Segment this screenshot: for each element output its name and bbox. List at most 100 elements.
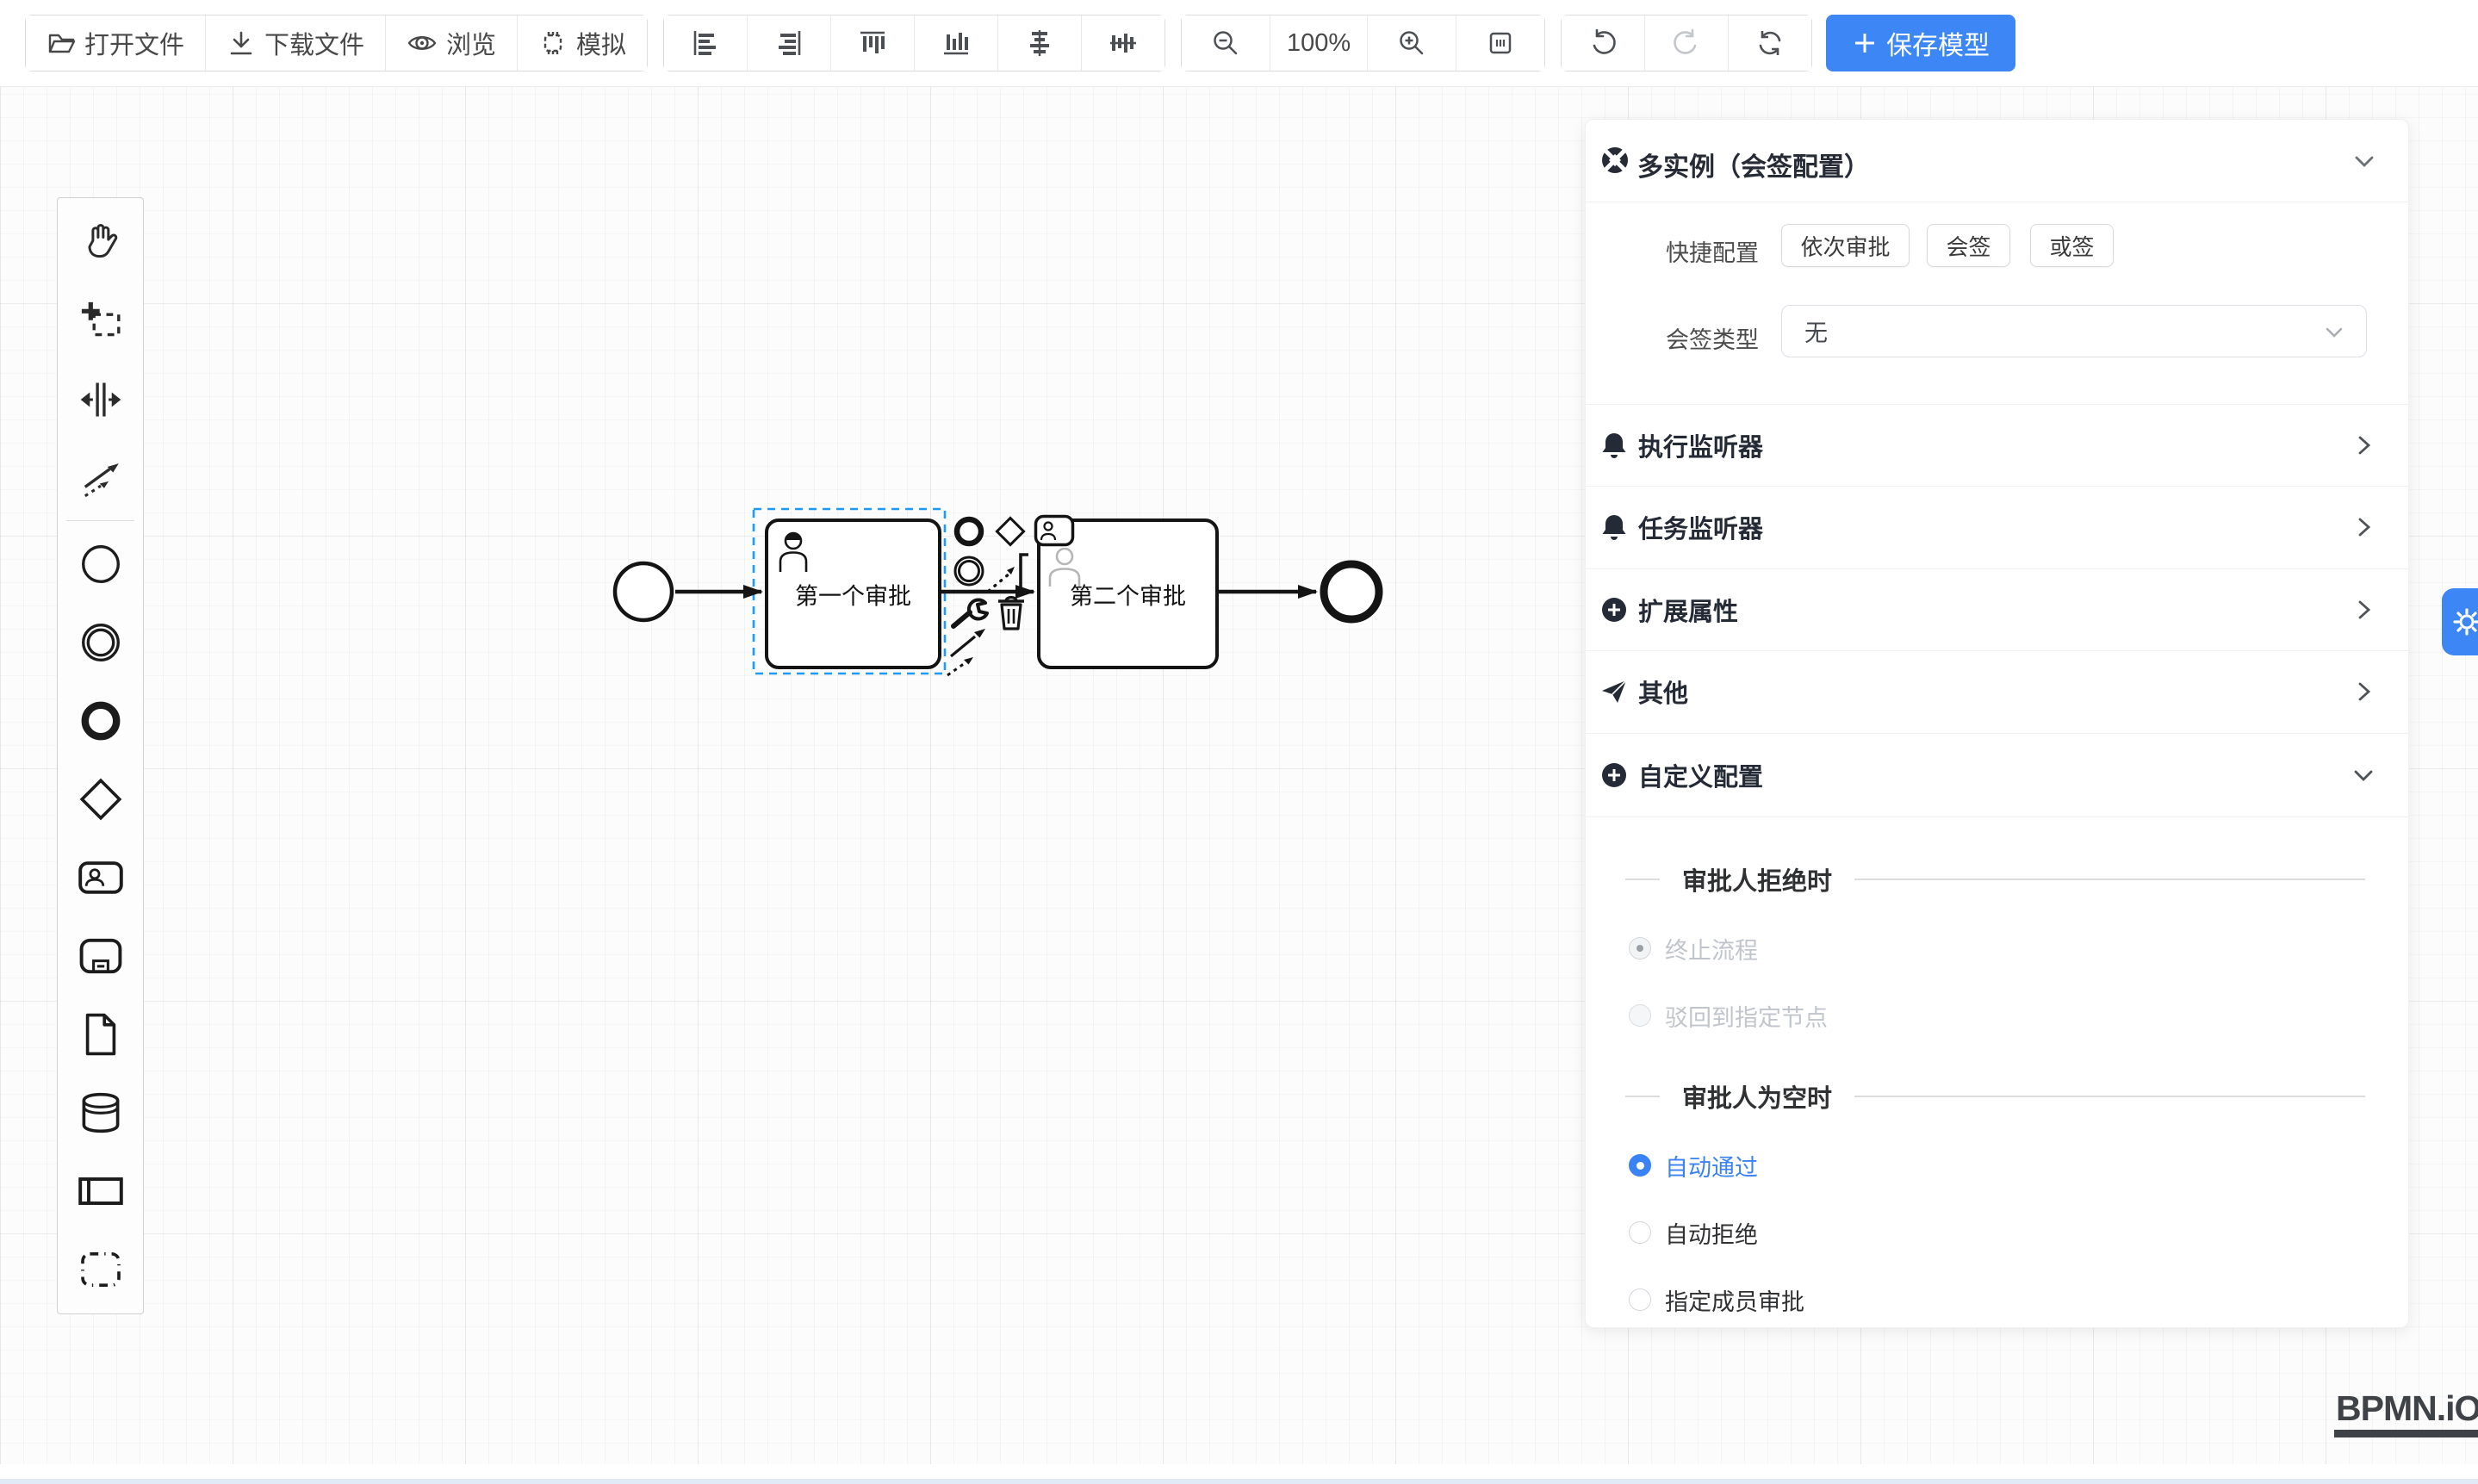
global-connect-tool[interactable] bbox=[58, 438, 143, 517]
redo-icon bbox=[1671, 28, 1702, 59]
sign-type-select[interactable]: 无 bbox=[1781, 305, 2367, 357]
create-intermediate-event[interactable] bbox=[58, 603, 143, 681]
sign-type-value: 无 bbox=[1804, 314, 1828, 348]
trash-icon[interactable] bbox=[996, 593, 1027, 631]
preview-label: 浏览 bbox=[446, 25, 496, 61]
chevron-right-icon bbox=[2353, 597, 2376, 623]
create-start-event[interactable] bbox=[58, 525, 143, 603]
save-model-label: 保存模型 bbox=[1886, 24, 1990, 62]
task-label: 第二个审批 bbox=[1040, 577, 1215, 611]
append-text-annotation-button[interactable] bbox=[985, 551, 1034, 594]
align-left-button[interactable] bbox=[664, 16, 748, 71]
align-top-button[interactable] bbox=[831, 16, 915, 71]
append-user-task-button[interactable] bbox=[1034, 514, 1075, 547]
simulate-button[interactable]: 模拟 bbox=[518, 16, 647, 71]
quick-btn-countersign[interactable]: 会签 bbox=[1927, 224, 2010, 267]
radio-return-to-node[interactable]: 驳回到指定节点 bbox=[1629, 1000, 1828, 1031]
radio-assign-member[interactable]: 指定成员审批 bbox=[1629, 1284, 1804, 1315]
panel-title: 多实例（会签配置） bbox=[1637, 146, 1870, 183]
user-task-icon bbox=[77, 854, 125, 902]
open-file-button[interactable]: 打开文件 bbox=[26, 16, 206, 71]
align-middle-vertical-icon bbox=[1108, 28, 1139, 59]
radio-label: 终止流程 bbox=[1665, 932, 1758, 966]
send-icon bbox=[1600, 677, 1628, 706]
append-end-event-button[interactable] bbox=[952, 515, 986, 548]
reject-title-divider: 审批人拒绝时 bbox=[1586, 862, 2408, 897]
data-store-icon bbox=[77, 1089, 125, 1137]
create-user-task[interactable] bbox=[58, 838, 143, 916]
align-middle-button[interactable] bbox=[1082, 16, 1164, 71]
preview-button[interactable]: 浏览 bbox=[386, 16, 518, 71]
create-data-store[interactable] bbox=[58, 1073, 143, 1152]
append-gateway-button[interactable] bbox=[992, 513, 1028, 550]
chevron-right-icon bbox=[2353, 514, 2376, 540]
zoom-in-icon bbox=[1396, 28, 1427, 59]
align-left-icon bbox=[690, 28, 721, 59]
section-other[interactable]: 其他 bbox=[1586, 666, 2408, 717]
palette-separator bbox=[66, 520, 134, 521]
fit-viewport-button[interactable] bbox=[1456, 16, 1544, 71]
settings-tab[interactable] bbox=[2442, 588, 2478, 655]
align-bottom-button[interactable] bbox=[915, 16, 998, 71]
create-data-object[interactable] bbox=[58, 995, 143, 1073]
radio-auto-pass[interactable]: 自动通过 bbox=[1629, 1150, 1758, 1181]
simulate-label: 模拟 bbox=[576, 25, 626, 61]
folder-open-icon bbox=[47, 28, 76, 58]
append-intermediate-event-button[interactable] bbox=[951, 554, 987, 588]
panel-divider bbox=[1586, 568, 2408, 569]
create-participant[interactable] bbox=[58, 1152, 143, 1230]
bell-icon bbox=[1600, 512, 1628, 542]
section-execution-listeners[interactable]: 执行监听器 bbox=[1586, 419, 2408, 471]
hand-tool[interactable] bbox=[58, 203, 143, 282]
download-file-button[interactable]: 下载文件 bbox=[206, 16, 386, 71]
chevron-right-icon bbox=[2353, 679, 2376, 705]
download-file-label: 下载文件 bbox=[264, 25, 364, 61]
create-gateway[interactable] bbox=[58, 760, 143, 838]
bpmn-io-logo[interactable]: BPMN.iO bbox=[2334, 1388, 2478, 1437]
save-model-button[interactable]: 保存模型 bbox=[1826, 15, 2015, 71]
create-end-event[interactable] bbox=[58, 681, 143, 760]
align-button-group bbox=[663, 15, 1165, 71]
radio-auto-reject[interactable]: 自动拒绝 bbox=[1629, 1217, 1758, 1248]
refresh-icon bbox=[1754, 28, 1786, 59]
radio-label: 指定成员审批 bbox=[1665, 1283, 1804, 1317]
section-task-listeners[interactable]: 任务监听器 bbox=[1586, 501, 2408, 553]
create-subprocess[interactable] bbox=[58, 916, 143, 995]
user-icon bbox=[777, 529, 810, 574]
panel-divider bbox=[1586, 486, 2408, 487]
section-extended-properties[interactable]: 扩展属性 bbox=[1586, 584, 2408, 636]
open-file-label: 打开文件 bbox=[84, 25, 184, 61]
section-custom-config[interactable]: 自定义配置 bbox=[1586, 749, 2408, 801]
space-tool[interactable] bbox=[58, 360, 143, 438]
task-first-approval[interactable]: 第一个审批 bbox=[765, 518, 941, 669]
zoom-out-icon bbox=[1210, 28, 1241, 59]
canvas-bottom-band bbox=[0, 1464, 2478, 1479]
chevron-down-icon[interactable] bbox=[2351, 149, 2377, 173]
quick-btn-orsign[interactable]: 或签 bbox=[2030, 224, 2114, 267]
wrench-icon[interactable] bbox=[949, 596, 991, 630]
zoom-in-button[interactable] bbox=[1368, 16, 1456, 71]
align-center-button[interactable] bbox=[998, 16, 1082, 71]
refresh-button[interactable] bbox=[1729, 16, 1811, 71]
radio-circle bbox=[1629, 1221, 1651, 1244]
radio-label: 自动拒绝 bbox=[1665, 1216, 1758, 1250]
undo-button[interactable] bbox=[1562, 16, 1645, 71]
create-group[interactable] bbox=[58, 1230, 143, 1308]
quick-btn-sequential[interactable]: 依次审批 bbox=[1781, 224, 1910, 267]
gear-icon bbox=[2452, 607, 2478, 636]
chevron-down-icon bbox=[2323, 323, 2345, 342]
radio-circle bbox=[1629, 1288, 1651, 1311]
redo-button[interactable] bbox=[1645, 16, 1729, 71]
radio-label: 自动通过 bbox=[1665, 1149, 1758, 1183]
chevron-down-icon bbox=[2351, 764, 2376, 786]
align-right-button[interactable] bbox=[748, 16, 831, 71]
zoom-out-button[interactable] bbox=[1182, 16, 1270, 71]
connect-tool-button[interactable] bbox=[946, 627, 991, 679]
bottom-accent-strip bbox=[0, 1479, 2478, 1484]
lasso-tool[interactable] bbox=[58, 282, 143, 360]
panel-divider bbox=[1586, 650, 2408, 651]
radio-terminate-process[interactable]: 终止流程 bbox=[1629, 933, 1758, 964]
section-label: 任务监听器 bbox=[1638, 509, 1763, 545]
reject-title: 审批人拒绝时 bbox=[1682, 861, 1832, 897]
plus-circle-icon bbox=[1600, 761, 1628, 790]
